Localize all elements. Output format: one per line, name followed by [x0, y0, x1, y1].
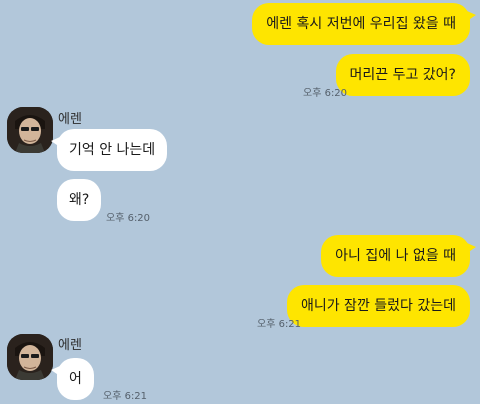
incoming-message[interactable]: 기억 안 나는데 [50, 129, 168, 171]
incoming-message[interactable]: 어 [51, 358, 94, 400]
outgoing-message[interactable]: 애니가 잠깐 들렀다 갔는데 [286, 285, 470, 327]
message-timestamp: 오후 6:21 [257, 319, 302, 330]
sender-name: 에렌 [58, 338, 82, 353]
incoming-message[interactable]: 왜? [57, 179, 102, 221]
chat-room[interactable]: 에렌 혹시 저번에 우리집 왔을 때 머리끈 두고 갔어? 오후 6:20 에렌… [0, 0, 480, 404]
message-timestamp: 오후 6:20 [303, 88, 348, 99]
avatar-image [7, 334, 53, 380]
profile-avatar-icon[interactable] [7, 334, 53, 380]
outgoing-message[interactable]: 아니 집에 나 없을 때 [321, 235, 476, 277]
sender-name: 에렌 [58, 112, 82, 127]
profile-avatar-icon[interactable] [7, 107, 53, 153]
outgoing-message[interactable]: 머리끈 두고 갔어? [335, 54, 470, 96]
avatar-image [7, 107, 53, 153]
outgoing-message[interactable]: 에렌 혹시 저번에 우리집 왔을 때 [252, 3, 476, 45]
message-timestamp: 오후 6:20 [106, 213, 151, 224]
message-timestamp: 오후 6:21 [103, 391, 148, 402]
